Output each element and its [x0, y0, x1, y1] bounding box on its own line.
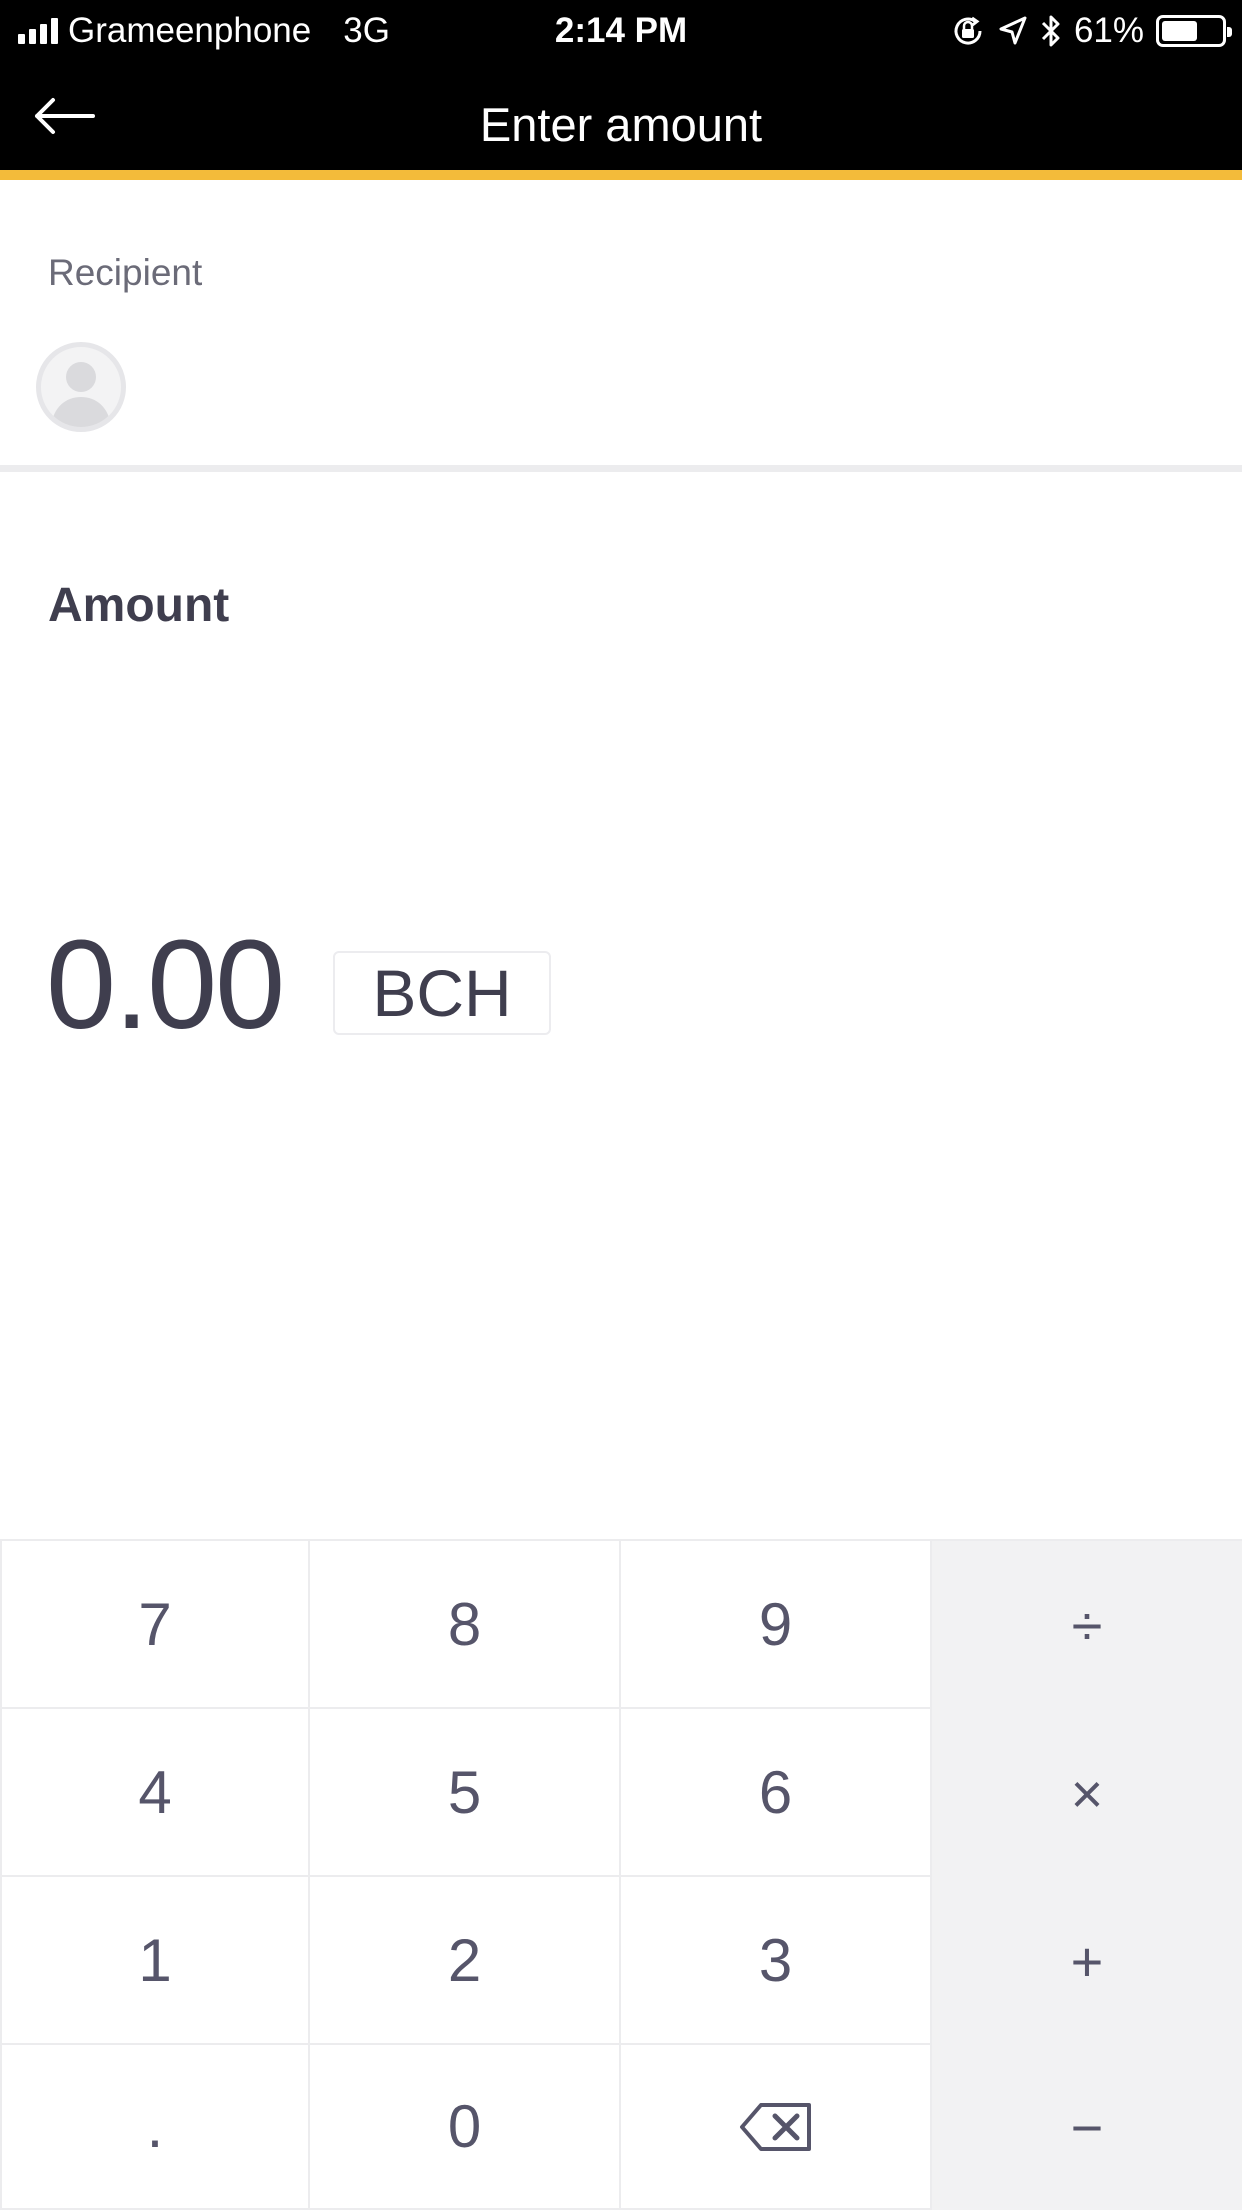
key-6[interactable]: 6: [621, 1709, 932, 1877]
location-icon: [999, 16, 1027, 45]
battery-icon: [1156, 15, 1232, 47]
key-5[interactable]: 5: [310, 1709, 621, 1877]
back-button[interactable]: [28, 86, 100, 146]
page-title: Enter amount: [479, 98, 763, 151]
status-bar: Grameenphone 3G 2:14 PM 61%: [0, 0, 1242, 62]
key-decimal[interactable]: .: [0, 2045, 310, 2210]
nav-bar: Enter amount: [0, 62, 1242, 180]
arrow-left-icon: [35, 98, 95, 134]
orientation-lock-icon: [954, 16, 982, 45]
key-8[interactable]: 8: [310, 1541, 621, 1709]
backspace-icon: [739, 2102, 811, 2151]
bluetooth-icon: [1041, 15, 1060, 47]
key-0[interactable]: 0: [310, 2045, 621, 2210]
amount-label: Amount: [48, 579, 230, 632]
recipient-label: Recipient: [48, 252, 203, 293]
key-3[interactable]: 3: [621, 1877, 932, 2045]
key-4[interactable]: 4: [0, 1709, 310, 1877]
user-avatar-icon[interactable]: [36, 342, 126, 432]
key-9[interactable]: 9: [621, 1541, 932, 1709]
key-multiply[interactable]: ×: [932, 1709, 1242, 1877]
key-7[interactable]: 7: [0, 1541, 310, 1709]
recipient-section[interactable]: Recipient: [0, 190, 1242, 472]
key-backspace[interactable]: [621, 2045, 932, 2210]
battery-percent: 61%: [1073, 11, 1144, 50]
currency-toggle-button[interactable]: BCH: [333, 951, 551, 1035]
amount-value[interactable]: 0.00: [46, 910, 285, 1060]
battery-fill: [1162, 21, 1198, 41]
status-right: 61%: [950, 8, 1232, 54]
key-1[interactable]: 1: [0, 1877, 310, 2045]
key-divide[interactable]: ÷: [932, 1541, 1242, 1709]
key-2[interactable]: 2: [310, 1877, 621, 2045]
key-plus[interactable]: +: [932, 1877, 1242, 2045]
key-minus[interactable]: −: [932, 2045, 1242, 2210]
keypad: 7 8 9 ÷ 4 5 6 × 1 2 3 + . 0 −: [0, 1539, 1242, 2210]
